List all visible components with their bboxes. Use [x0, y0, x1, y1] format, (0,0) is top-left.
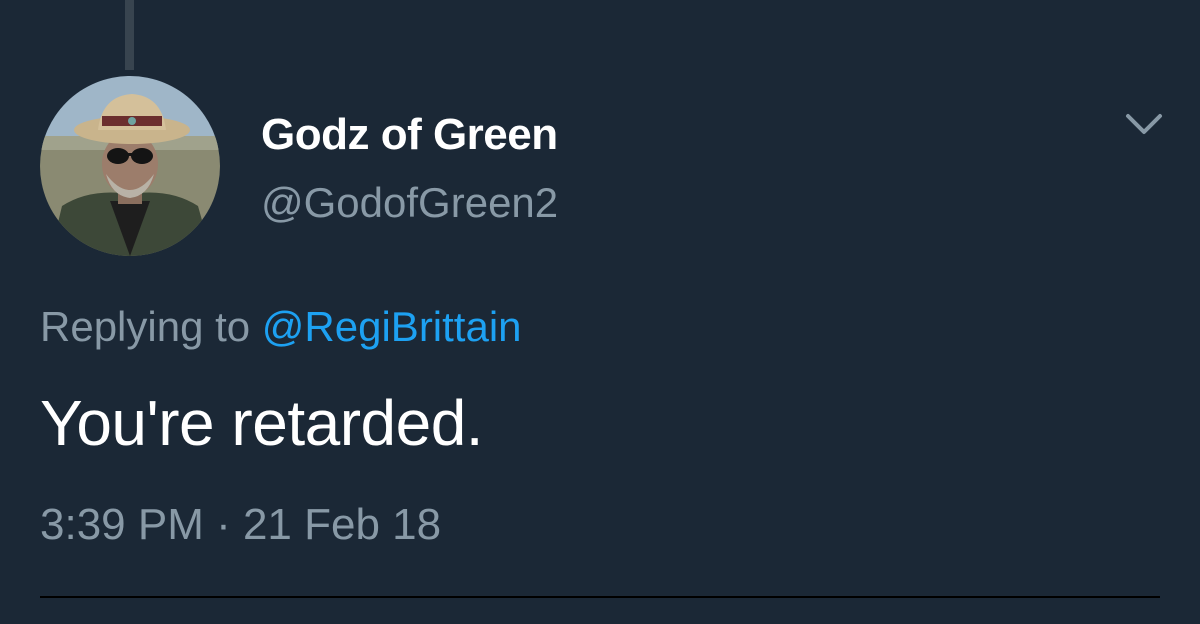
reply-mention-link[interactable]: @RegiBrittain [262, 303, 522, 350]
author-handle[interactable]: @GodofGreen2 [261, 179, 558, 227]
profile-photo [40, 76, 220, 256]
chevron-down-icon[interactable] [1122, 108, 1166, 140]
avatar[interactable] [40, 76, 220, 256]
tweet-timestamp[interactable]: 3:39 PM · 21 Feb 18 [40, 500, 441, 550]
thread-connector-line [125, 0, 134, 70]
tweet-text: You're retarded. [40, 387, 484, 459]
divider [40, 596, 1160, 598]
author-display-name[interactable]: Godz of Green [261, 110, 558, 160]
reply-context: Replying to @RegiBrittain [40, 303, 522, 351]
reply-prefix: Replying to [40, 303, 251, 350]
